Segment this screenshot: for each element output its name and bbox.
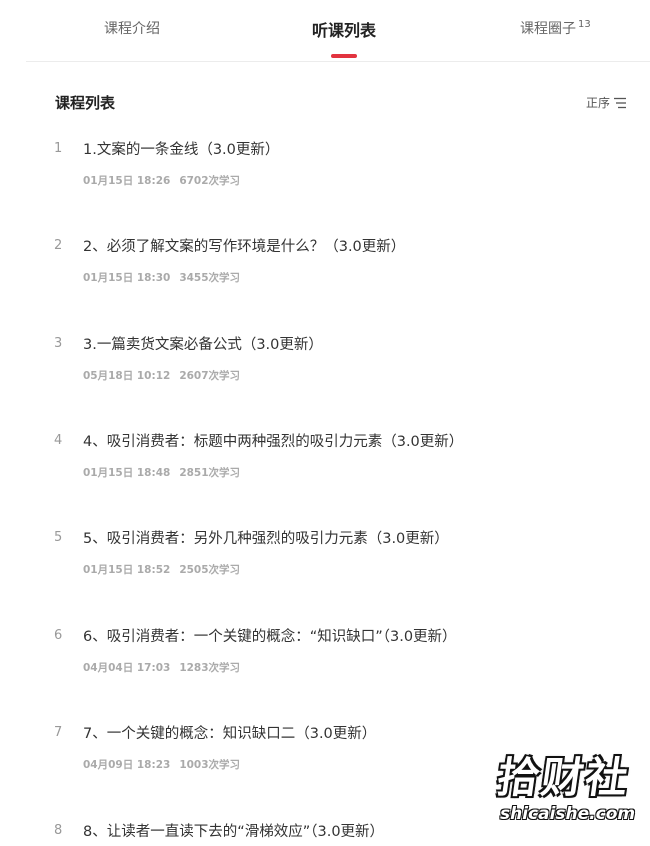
lesson-meta: 04月04日 17:03 1283次学习 [83, 660, 240, 675]
lesson-meta: 04月09日 18:23 1003次学习 [83, 757, 240, 772]
lesson-index: 6 [54, 628, 63, 643]
tab-course-intro[interactable]: 课程介绍 [104, 18, 160, 38]
watermark-logo: 拾财社 shicaishe.com [494, 744, 638, 834]
lesson-title: 4、吸引消费者：标题中两种强烈的吸引力元素（3.0更新） [83, 434, 464, 450]
lesson-index: 5 [54, 530, 63, 545]
active-tab-indicator [331, 54, 357, 58]
lesson-meta: 01月15日 18:52 2505次学习 [83, 562, 240, 577]
section-header: 课程列表 正序 [0, 92, 650, 116]
watermark-url: shicaishe.com [500, 804, 636, 824]
circle-count-badge: 13 [578, 19, 591, 31]
lesson-meta: 01月15日 18:48 2851次学习 [83, 465, 240, 480]
sort-order-icon [614, 97, 627, 108]
lesson-views: 2505次学习 [179, 564, 241, 576]
lesson-title: 8、让读者一直读下去的“滑梯效应”（3.0更新） [83, 824, 385, 840]
lesson-views: 1003次学习 [179, 759, 241, 771]
lesson-index: 8 [54, 823, 63, 838]
tab-lesson-list[interactable]: 听课列表 [312, 17, 376, 41]
lesson-date: 04月04日 17:03 [83, 662, 171, 674]
lesson-meta: 01月15日 18:26 6702次学习 [83, 173, 240, 188]
lesson-index: 2 [54, 238, 63, 253]
tab-course-circle-label: 课程圈子 [520, 21, 576, 37]
lesson-item[interactable]: 5 5、吸引消费者：另外几种强烈的吸引力元素（3.0更新） 01月15日 18:… [0, 527, 650, 587]
lesson-title: 1.文案的一条金线（3.0更新） [83, 142, 280, 158]
lesson-date: 05月18日 10:12 [83, 370, 171, 382]
lesson-item[interactable]: 2 2、必须了解文案的写作环境是什么？（3.0更新） 01月15日 18:30 3… [0, 235, 650, 295]
sort-label: 正序 [586, 96, 611, 110]
lesson-date: 01月15日 18:52 [83, 564, 171, 576]
lesson-date: 04月09日 18:23 [83, 759, 171, 771]
lesson-date: 01月15日 18:48 [83, 467, 171, 479]
lesson-views: 1283次学习 [179, 662, 241, 674]
lesson-views: 2851次学习 [179, 467, 241, 479]
lesson-item[interactable]: 6 6、吸引消费者：一个关键的概念：“知识缺口”（3.0更新） 04月04日 1… [0, 625, 650, 685]
lesson-views: 6702次学习 [179, 175, 241, 187]
lesson-index: 1 [54, 141, 63, 156]
lesson-meta: 05月18日 10:12 2607次学习 [83, 368, 240, 383]
lesson-title: 7、一个关键的概念：知识缺口二（3.0更新） [83, 726, 377, 742]
lesson-index: 4 [54, 433, 63, 448]
lesson-title: 5、吸引消费者：另外几种强烈的吸引力元素（3.0更新） [83, 531, 449, 547]
lesson-views: 2607次学习 [179, 370, 241, 382]
lesson-title: 6、吸引消费者：一个关键的概念：“知识缺口”（3.0更新） [83, 629, 457, 645]
lesson-date: 01月15日 18:30 [83, 272, 171, 284]
section-title: 课程列表 [55, 94, 116, 112]
lesson-item[interactable]: 1 1.文案的一条金线（3.0更新） 01月15日 18:26 6702次学习 [0, 138, 650, 198]
lesson-views: 3455次学习 [179, 272, 241, 284]
lesson-item[interactable]: 3 3.一篇卖货文案必备公式（3.0更新） 05月18日 10:12 2607次学… [0, 333, 650, 393]
lesson-date: 01月15日 18:26 [83, 175, 171, 187]
lesson-item[interactable]: 4 4、吸引消费者：标题中两种强烈的吸引力元素（3.0更新） 01月15日 18… [0, 430, 650, 490]
sort-button[interactable]: 正序 [586, 94, 627, 111]
lesson-index: 3 [54, 336, 63, 351]
tab-bar: 课程介绍 听课列表 课程圈子 13 [0, 0, 650, 62]
watermark-text: 拾财社 [494, 753, 634, 802]
lesson-meta: 01月15日 18:30 3455次学习 [83, 270, 240, 285]
lesson-index: 7 [54, 725, 63, 740]
tab-divider [26, 61, 650, 62]
lesson-title: 2、必须了解文案的写作环境是什么？（3.0更新） [83, 239, 406, 255]
tab-course-circle[interactable]: 课程圈子 13 [520, 18, 591, 38]
lesson-title: 3.一篇卖货文案必备公式（3.0更新） [83, 337, 323, 353]
